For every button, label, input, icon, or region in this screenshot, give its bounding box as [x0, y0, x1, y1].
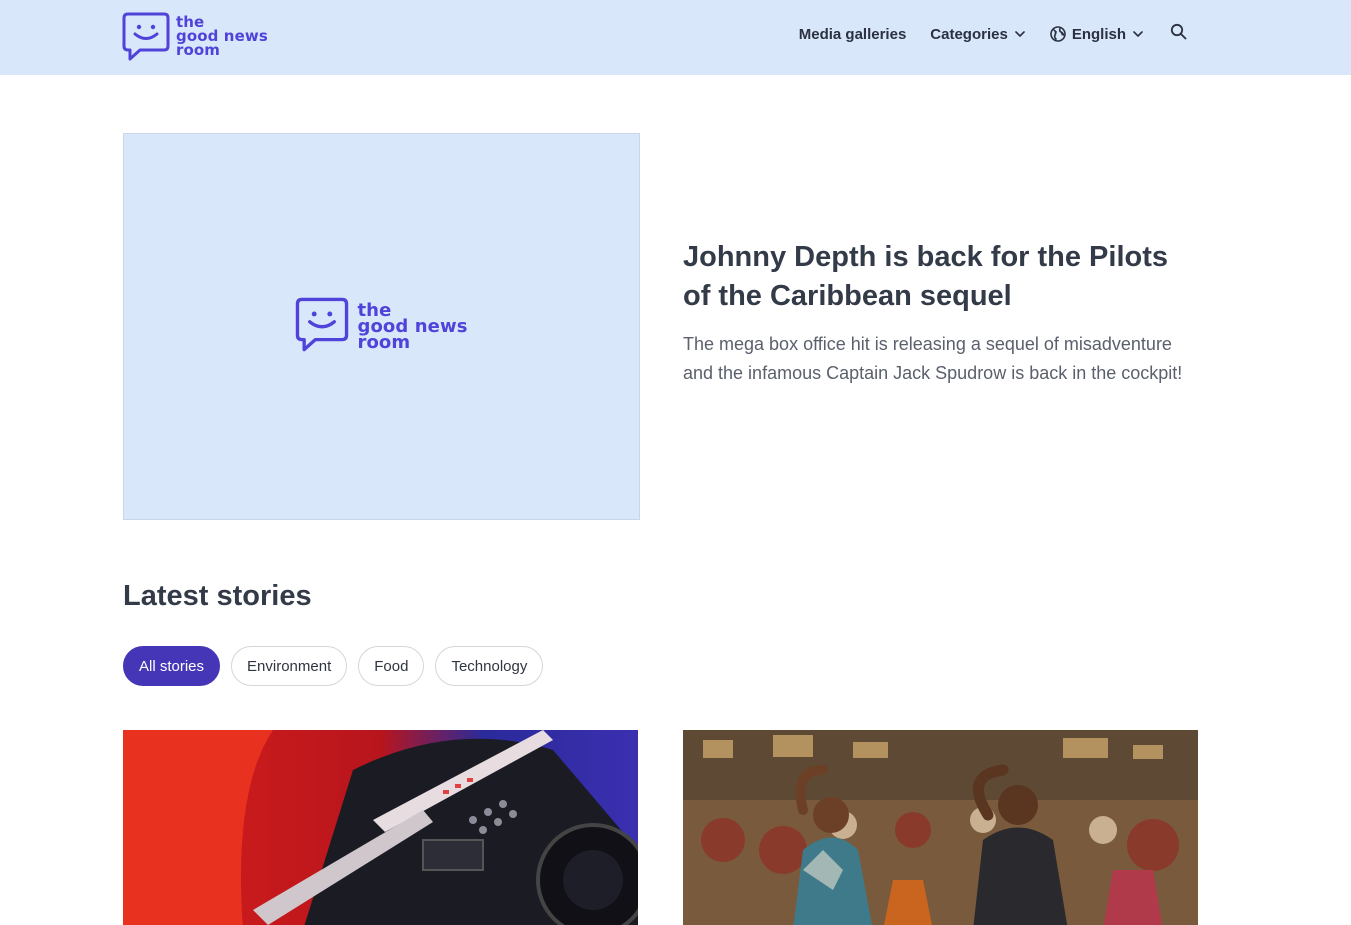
globe-icon: [1050, 26, 1066, 42]
filter-technology[interactable]: Technology: [435, 646, 544, 686]
filter-environment[interactable]: Environment: [231, 646, 348, 686]
logo-wordmark: the good news room: [176, 15, 268, 59]
hero-story-title[interactable]: Johnny Depth is back for the Pilots of t…: [683, 238, 1183, 316]
latest-stories-heading: Latest stories: [123, 580, 312, 612]
filter-food[interactable]: Food: [358, 646, 425, 686]
story-filter-tabs: All stories Environment Food Technology: [123, 646, 544, 686]
chat-smile-logo-icon: [295, 295, 349, 358]
hero-logo-wordmark: the good news room: [357, 301, 467, 353]
site-logo[interactable]: the good news room: [122, 10, 268, 62]
chevron-down-icon: [1132, 28, 1144, 40]
nav-language-label: English: [1071, 25, 1126, 43]
site-header: the good news room Media galleries Categ…: [0, 0, 1351, 75]
logo-line-3: room: [176, 41, 221, 59]
hero-placeholder-logo: the good news room: [295, 295, 467, 358]
story-card-boombox[interactable]: [123, 730, 638, 925]
nav-media-galleries[interactable]: Media galleries: [799, 26, 907, 43]
hero-story-description: The mega box office hit is releasing a s…: [683, 334, 1183, 383]
search-icon: [1170, 23, 1187, 45]
story-card-dance[interactable]: [683, 730, 1198, 925]
boombox-photo: [123, 730, 638, 925]
nav-media-galleries-label: Media galleries: [798, 25, 907, 43]
main-nav: Media galleries Categories English: [799, 23, 1188, 45]
chat-smile-logo-icon: [122, 10, 170, 62]
hero-story-image[interactable]: the good news room: [123, 133, 640, 520]
search-button[interactable]: [1168, 23, 1188, 45]
chevron-down-icon: [1014, 28, 1026, 40]
dance-scene-photo: [683, 730, 1198, 925]
hero-logo-line-3: room: [357, 331, 411, 353]
hero-story-text: Johnny Depth is back for the Pilots of t…: [683, 238, 1183, 388]
filter-all-stories[interactable]: All stories: [123, 646, 221, 686]
nav-categories-label: Categories: [930, 25, 1008, 43]
nav-categories-dropdown[interactable]: Categories: [930, 26, 1026, 43]
nav-language-dropdown[interactable]: English: [1050, 26, 1144, 43]
